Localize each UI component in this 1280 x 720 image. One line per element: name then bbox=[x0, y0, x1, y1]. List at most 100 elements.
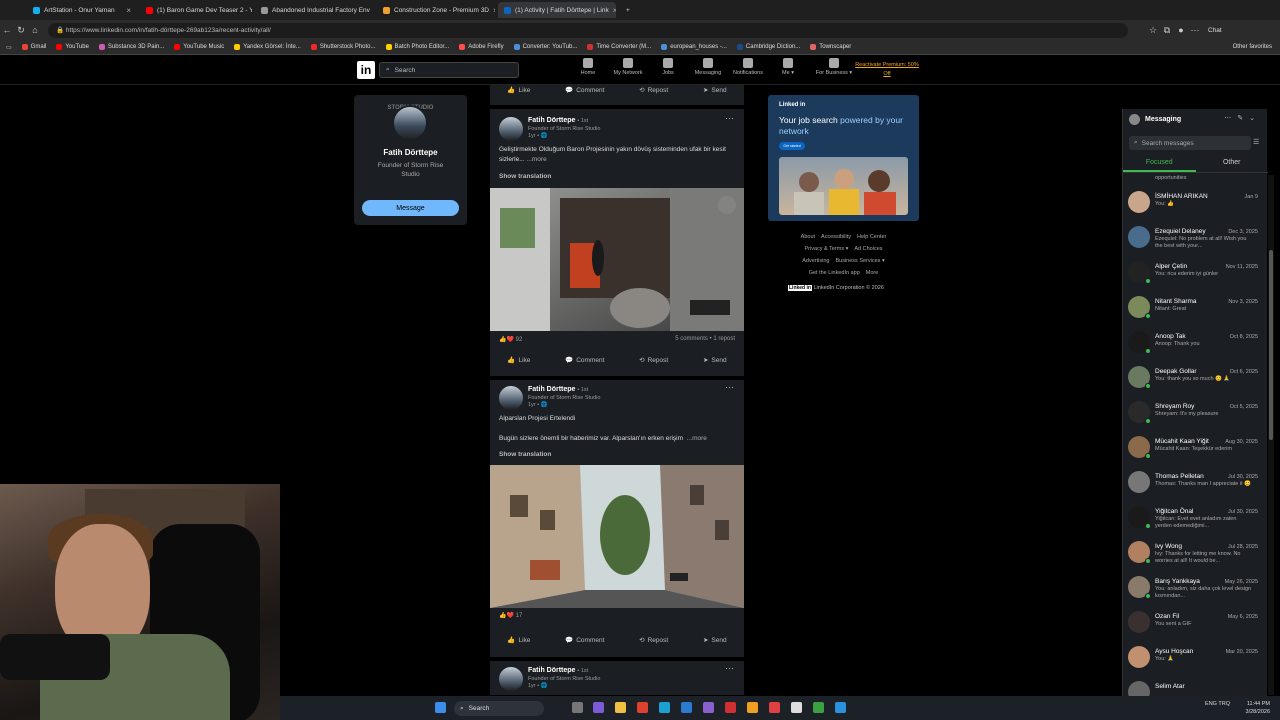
bookmark[interactable]: Townscaper bbox=[810, 44, 851, 50]
bookmark[interactable]: Yandex Görsel: İnte... bbox=[234, 44, 301, 50]
send-button[interactable]: ➤ Send bbox=[703, 356, 727, 365]
nav-home[interactable]: Home bbox=[568, 58, 608, 76]
close-icon[interactable]: × bbox=[126, 6, 131, 15]
footer-link[interactable]: Business Services ▾ bbox=[835, 258, 884, 264]
conversation-item[interactable]: Nitant Sharma Nov 3, 2025 Nitant: Great bbox=[1123, 290, 1261, 325]
show-translation-link[interactable]: Show translation bbox=[499, 451, 551, 458]
bookmark[interactable]: european_houses -... bbox=[661, 44, 727, 50]
bookmark[interactable]: Gmail bbox=[21, 44, 46, 50]
footer-link[interactable]: Ad Choices bbox=[854, 246, 882, 252]
more-options-icon[interactable]: ⋯ bbox=[725, 113, 734, 124]
show-translation-link[interactable]: Show translation bbox=[499, 173, 551, 180]
conversation-item[interactable]: Anoop Tak Oct 8, 2025 Anoop: Thank you bbox=[1123, 325, 1261, 360]
app-icon[interactable] bbox=[593, 702, 604, 713]
avatar[interactable] bbox=[499, 117, 523, 141]
footer-link[interactable]: Get the LinkedIn app bbox=[809, 270, 860, 276]
chat-button[interactable]: Chat bbox=[1208, 27, 1222, 34]
more-options-icon[interactable]: ⋯ bbox=[725, 663, 734, 674]
send-button[interactable]: ➤ Send bbox=[703, 636, 727, 645]
browser-tab[interactable]: ArtStation - Onur Yaman × bbox=[27, 2, 137, 18]
nav-avatar[interactable]: Me ▾ bbox=[768, 58, 808, 76]
app-icon[interactable] bbox=[813, 702, 824, 713]
app-icon[interactable] bbox=[725, 702, 736, 713]
app-icon[interactable] bbox=[637, 702, 648, 713]
windows-start-icon[interactable] bbox=[435, 702, 446, 713]
language-indicator[interactable]: ENG TRQ bbox=[1205, 701, 1230, 708]
other-favorites[interactable]: Other favorites bbox=[1233, 44, 1272, 50]
home-icon[interactable]: ⌂ bbox=[28, 25, 42, 35]
app-icon[interactable] bbox=[835, 702, 846, 713]
search-messages-input[interactable]: ⌕ Search messages bbox=[1129, 136, 1251, 150]
avatar[interactable] bbox=[499, 667, 523, 691]
repost-button[interactable]: ⟲ Repost bbox=[639, 86, 668, 95]
conversation-item[interactable]: Mücahit Kaan Yiğit Aug 30, 2025 Mücahit Ka… bbox=[1123, 430, 1261, 465]
post-author[interactable]: Fatih Dörttepe • 1st bbox=[528, 117, 588, 124]
premium-link[interactable]: Reactivate Premium: 50% Off bbox=[855, 61, 919, 79]
close-icon[interactable]: × bbox=[493, 6, 495, 15]
bookmark[interactable]: Shutterstock Photo... bbox=[310, 44, 376, 50]
avatar[interactable] bbox=[392, 105, 428, 141]
folder-icon[interactable] bbox=[615, 702, 626, 713]
more-options-icon[interactable]: ⋯ bbox=[725, 382, 734, 393]
filter-icon[interactable]: ☰ bbox=[1253, 138, 1259, 146]
conversation-item[interactable]: Thomas Pelletan Jul 30, 2025 Thomas: Thank… bbox=[1123, 465, 1261, 500]
profile-name[interactable]: Fatih Dörttepe bbox=[354, 148, 467, 157]
see-more-link[interactable]: ...more bbox=[526, 156, 546, 163]
chrome-icon[interactable] bbox=[769, 702, 780, 713]
ad-cta-button[interactable]: Get started bbox=[779, 142, 805, 150]
bookmark[interactable]: Batch Photo Editor... bbox=[385, 44, 449, 50]
bookmark[interactable]: Time Converter (M... bbox=[587, 44, 651, 50]
browser-tab[interactable]: (1) Activity | Fatih Dörttepe | Link × bbox=[498, 2, 616, 18]
nav-messaging[interactable]: Messaging bbox=[688, 58, 728, 76]
footer-link[interactable]: Accessibility bbox=[821, 234, 851, 240]
like-button[interactable]: 👍 Like bbox=[507, 356, 530, 365]
app-icon[interactable] bbox=[747, 702, 758, 713]
taskbar-search[interactable]: ⌕ Search bbox=[454, 701, 544, 716]
app-icon[interactable] bbox=[703, 702, 714, 713]
comment-button[interactable]: 💬 Comment bbox=[565, 636, 604, 645]
url-field[interactable]: 🔒 https://www.linkedin.com/in/fatih-dört… bbox=[48, 22, 1128, 38]
tab-other[interactable]: Other bbox=[1196, 155, 1269, 172]
comment-button[interactable]: 💬 Comment bbox=[565, 86, 604, 95]
clock[interactable]: 11:44 PM 3/28/2026 bbox=[1246, 700, 1270, 716]
task-view-icon[interactable] bbox=[572, 702, 583, 713]
send-button[interactable]: ➤ Send bbox=[703, 86, 727, 95]
chevron-down-icon[interactable]: ⌄ bbox=[1249, 115, 1261, 122]
repost-button[interactable]: ⟲ Repost bbox=[639, 636, 668, 645]
close-icon[interactable]: × bbox=[613, 6, 616, 15]
extensions-icon[interactable]: ⧉ bbox=[1160, 25, 1174, 36]
tab-focused[interactable]: Focused bbox=[1123, 155, 1196, 172]
footer-link[interactable]: About bbox=[801, 234, 815, 240]
nav-grid[interactable]: For Business ▾ bbox=[814, 58, 854, 76]
message-button[interactable]: Message bbox=[362, 200, 459, 216]
browser-tab[interactable]: Abandoned Industrial Factory Env× bbox=[255, 2, 373, 18]
profile-icon[interactable]: ● bbox=[1174, 25, 1188, 35]
more-options-icon[interactable]: ⋯ bbox=[1224, 115, 1237, 122]
reaction-count[interactable]: 👍❤️ 17 bbox=[499, 612, 522, 619]
comment-button[interactable]: 💬 Comment bbox=[565, 356, 604, 365]
conversation-item[interactable]: Aysu Hoşcan Mar 20, 2025 You: 🙏 bbox=[1123, 640, 1261, 675]
like-button[interactable]: 👍 Like bbox=[507, 636, 530, 645]
app-icon[interactable] bbox=[681, 702, 692, 713]
post-video[interactable] bbox=[490, 465, 744, 608]
conversation-item[interactable]: Yiğitcan Önal Jul 30, 2025 Yiğitcan: Evet … bbox=[1123, 500, 1261, 535]
conversation-item[interactable]: Ezequiel Delaney Dec 3, 2025 Ezequiel: No … bbox=[1123, 220, 1261, 255]
post-video[interactable] bbox=[490, 188, 744, 331]
bookmark[interactable]: Adobe Firefly bbox=[459, 44, 504, 50]
footer-link[interactable]: Advertising bbox=[802, 258, 829, 264]
unreal-icon[interactable] bbox=[791, 702, 802, 713]
conversation-item[interactable]: Alper Çetin Nov 11, 2025 You: rica ederim … bbox=[1123, 255, 1261, 290]
avatar[interactable] bbox=[499, 386, 523, 410]
back-icon[interactable]: ← bbox=[0, 25, 14, 35]
bookmark[interactable]: Cambridge Diction... bbox=[736, 44, 800, 50]
browser-tab[interactable]: (1) Baron Game Dev Teaser 2 - Yo× bbox=[140, 2, 252, 18]
compose-icon[interactable]: ✎ bbox=[1237, 115, 1249, 122]
refresh-icon[interactable]: ↻ bbox=[14, 25, 28, 36]
nav-network[interactable]: My Network bbox=[608, 58, 648, 76]
bookmark[interactable]: YouTube bbox=[56, 44, 89, 50]
conversation-item[interactable]: Barış Yankkaya May 26, 2025 You: anladım, … bbox=[1123, 570, 1261, 605]
see-more-link[interactable]: ...more bbox=[687, 435, 707, 442]
edge-icon[interactable] bbox=[659, 702, 670, 713]
nav-bell[interactable]: Notifications bbox=[728, 58, 768, 76]
linkedin-logo[interactable]: in bbox=[357, 61, 375, 79]
